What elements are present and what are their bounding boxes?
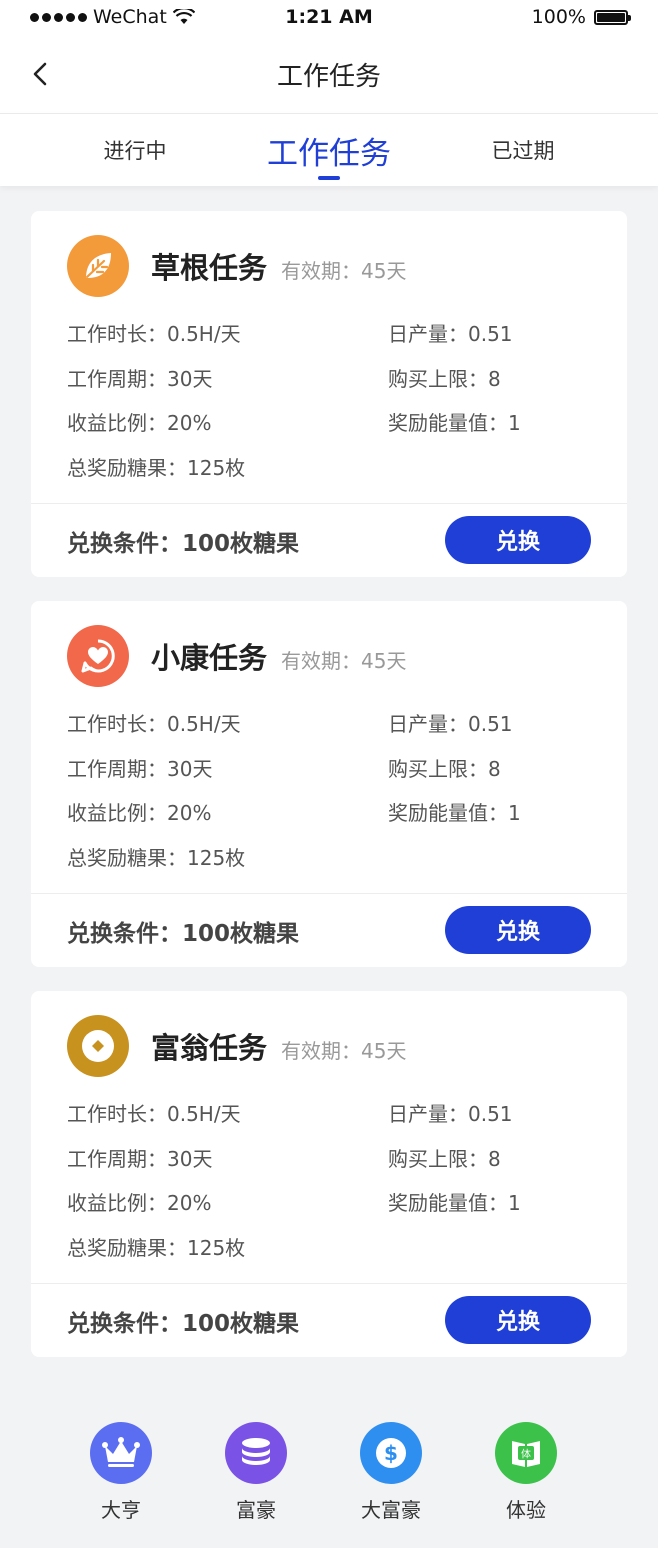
chevron-left-icon: [33, 62, 47, 86]
nav-item-rich[interactable]: 富豪: [211, 1422, 301, 1523]
battery-percent: 100%: [531, 6, 586, 28]
work-duration: 工作时长：0.5H/天: [67, 712, 241, 736]
tab-work-tasks[interactable]: 工作任务: [234, 114, 424, 186]
crown-icon: [90, 1422, 152, 1484]
daily-output: 日产量：0.51: [388, 1102, 513, 1126]
tab-label: 已过期: [491, 139, 555, 163]
book-icon-text: 体: [521, 1449, 531, 1461]
dollar-icon: $: [360, 1422, 422, 1484]
status-bar: WeChat 1:21 AM 100%: [0, 0, 658, 34]
yield-ratio: 收益比例：20%: [67, 801, 212, 825]
energy-reward: 奖励能量值：1: [388, 801, 521, 825]
daily-output: 日产量：0.51: [388, 322, 513, 346]
daily-output: 日产量：0.51: [388, 712, 513, 736]
redeem-button[interactable]: 兑换: [445, 1296, 591, 1344]
yield-ratio: 收益比例：20%: [67, 411, 212, 435]
nav-label: 体验: [506, 1498, 546, 1522]
card-divider: [31, 1283, 627, 1284]
yield-ratio: 收益比例：20%: [67, 1191, 212, 1215]
work-cycle: 工作周期：30天: [67, 757, 213, 781]
tab-expired[interactable]: 已过期: [428, 114, 618, 186]
tab-in-progress[interactable]: 进行中: [40, 114, 230, 186]
bottom-navigation: 大亨 富豪 $ 大富豪 体 体验: [0, 1410, 658, 1548]
leaf-icon: [67, 235, 129, 297]
redeem-condition: 兑换条件：100枚糖果: [67, 531, 300, 557]
work-duration: 工作时长：0.5H/天: [67, 1102, 241, 1126]
card-header: 草根任务 有效期：45天: [67, 235, 406, 297]
card-header: 小康任务 有效期：45天: [67, 625, 406, 687]
task-validity: 有效期：45天: [281, 1038, 407, 1063]
card-divider: [31, 893, 627, 894]
coin-stack-icon: [225, 1422, 287, 1484]
task-validity: 有效期：45天: [281, 648, 407, 673]
svg-text:$: $: [384, 1441, 398, 1465]
tab-label: 工作任务: [267, 135, 391, 172]
nav-item-super-rich[interactable]: $ 大富豪: [346, 1422, 436, 1523]
task-card-moderate: 小康任务 有效期：45天 工作时长：0.5H/天 日产量：0.51 工作周期：3…: [31, 601, 627, 967]
work-cycle: 工作周期：30天: [67, 367, 213, 391]
heart-chat-icon: [67, 625, 129, 687]
task-card-grassroots: 草根任务 有效期：45天 工作时长：0.5H/天 日产量：0.51 工作周期：3…: [31, 211, 627, 577]
tab-label: 进行中: [103, 139, 167, 163]
task-card-wealthy: 富翁任务 有效期：45天 工作时长：0.5H/天 日产量：0.51 工作周期：3…: [31, 991, 627, 1357]
redeem-button[interactable]: 兑换: [445, 906, 591, 954]
total-reward: 总奖励糖果：125枚: [67, 1236, 246, 1260]
tab-bar: 进行中 工作任务 已过期: [0, 114, 658, 186]
page-title: 工作任务: [276, 62, 381, 92]
redeem-condition: 兑换条件：100枚糖果: [67, 921, 300, 947]
active-tab-indicator: [318, 176, 340, 180]
purchase-limit: 购买上限：8: [388, 1147, 501, 1171]
back-button[interactable]: [20, 54, 60, 94]
task-name: 富翁任务: [151, 1031, 268, 1065]
card-header: 富翁任务 有效期：45天: [67, 1015, 406, 1077]
card-divider: [31, 503, 627, 504]
nav-item-trial[interactable]: 体 体验: [481, 1422, 571, 1523]
navigation-bar: 工作任务: [0, 34, 658, 114]
energy-reward: 奖励能量值：1: [388, 1191, 521, 1215]
battery-status: 100%: [531, 6, 631, 28]
redeem-condition: 兑换条件：100枚糖果: [67, 1311, 300, 1337]
book-icon: 体: [495, 1422, 557, 1484]
task-name: 草根任务: [151, 251, 268, 285]
nav-label: 大富豪: [361, 1498, 421, 1522]
task-name: 小康任务: [151, 641, 268, 675]
redeem-button[interactable]: 兑换: [445, 516, 591, 564]
nav-item-tycoon[interactable]: 大亨: [76, 1422, 166, 1523]
energy-reward: 奖励能量值：1: [388, 411, 521, 435]
nav-label: 大亨: [101, 1498, 141, 1522]
work-cycle: 工作周期：30天: [67, 1147, 213, 1171]
total-reward: 总奖励糖果：125枚: [67, 846, 246, 870]
nav-label: 富豪: [236, 1498, 276, 1522]
coin-icon: [67, 1015, 129, 1077]
purchase-limit: 购买上限：8: [388, 367, 501, 391]
total-reward: 总奖励糖果：125枚: [67, 456, 246, 480]
battery-icon: [594, 9, 631, 25]
purchase-limit: 购买上限：8: [388, 757, 501, 781]
task-validity: 有效期：45天: [281, 258, 407, 283]
work-duration: 工作时长：0.5H/天: [67, 322, 241, 346]
